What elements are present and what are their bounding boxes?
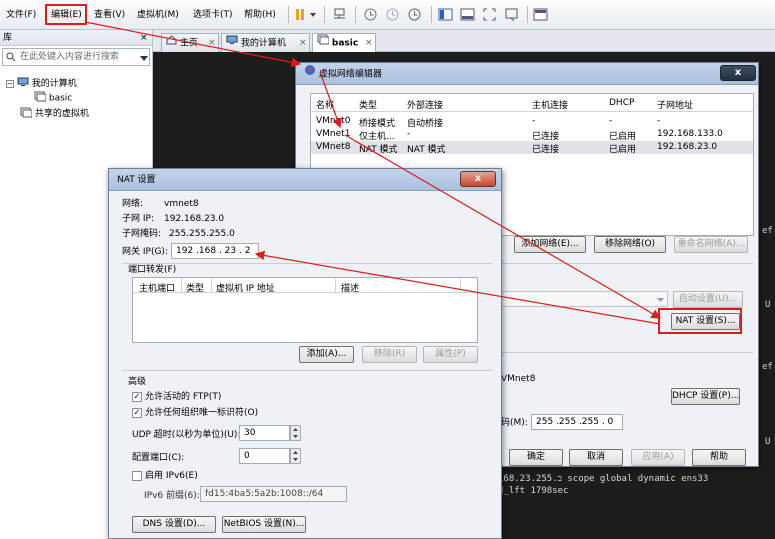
- arrow-vmnet8-to-nat: [344, 134, 662, 319]
- arrow-edit-to-editor: [84, 21, 302, 68]
- arrow-nat-to-gateway: [254, 250, 661, 325]
- annotation-arrows: [84, 21, 662, 325]
- screen-root: 文件(F) 编辑(E) 查看(V) 虚拟机(M) 选项卡(T) 帮助(H) 库 …: [0, 0, 775, 539]
- arrow-editor-to-vmnet8: [319, 71, 342, 129]
